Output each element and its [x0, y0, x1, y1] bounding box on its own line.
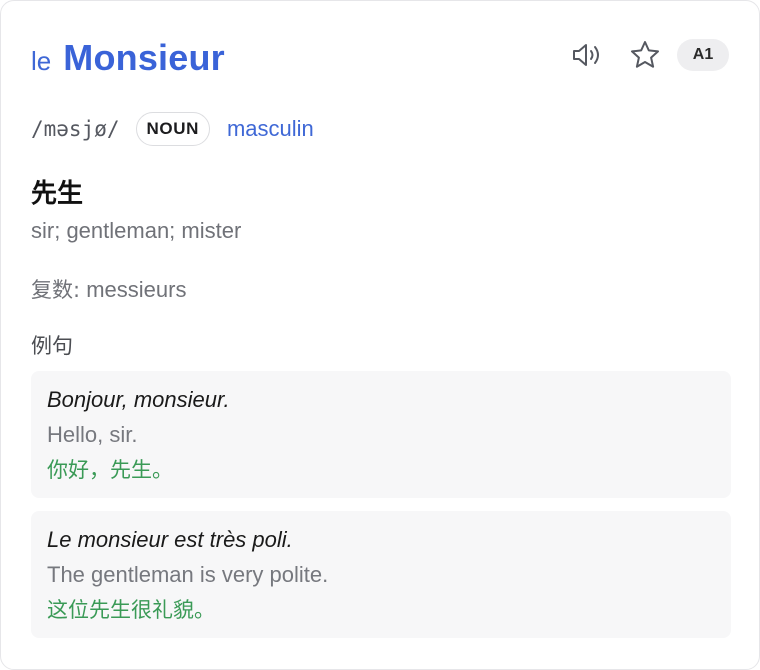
translation: 先生: [31, 179, 84, 209]
speaker-icon: [573, 44, 599, 66]
level-badge: A1: [677, 39, 729, 71]
example-english: Hello, sir.: [47, 422, 138, 447]
pronunciation-ipa: /məsjø/: [31, 117, 120, 141]
part-of-speech-badge: NOUN: [135, 112, 210, 146]
headword-row: le Monsieur: [31, 37, 225, 87]
example-sentence: Bonjour, monsieur. Hello, sir. 你好，先生。: [31, 371, 731, 498]
plural-label: 复数:: [31, 278, 81, 302]
article: le: [31, 46, 52, 76]
example-chinese: 你好，先生。: [47, 458, 173, 482]
example-sentence: Le monsieur est très poli. The gentleman…: [31, 511, 731, 638]
entry-actions: A1: [569, 37, 729, 73]
meta-row: /məsjø/ NOUN masculin: [31, 111, 314, 147]
plural-form: 复数: messieurs: [31, 274, 186, 304]
headword: Monsieur: [63, 37, 225, 78]
examples-heading: 例句: [31, 334, 73, 358]
dictionary-entry-card: le Monsieur A1 /məsjø/ NOUN masculin 先生 …: [0, 0, 760, 670]
pronounce-button[interactable]: [569, 37, 605, 73]
gender-label: masculin: [226, 116, 314, 141]
example-chinese: 这位先生很礼貌。: [47, 598, 215, 622]
star-icon: [631, 41, 659, 68]
example-french: Bonjour, monsieur.: [47, 387, 230, 412]
plural-value: messieurs: [86, 277, 187, 302]
example-english: The gentleman is very polite.: [47, 562, 329, 587]
gloss: sir; gentleman; mister: [31, 218, 242, 243]
favorite-button[interactable]: [627, 37, 663, 73]
example-french: Le monsieur est très poli.: [47, 527, 293, 552]
